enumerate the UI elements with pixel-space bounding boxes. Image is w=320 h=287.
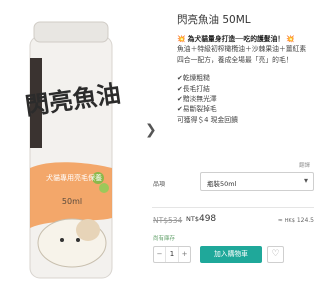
converted-price: ≈ HK$ 124.5	[278, 217, 314, 224]
heart-icon[interactable]: ♡	[267, 246, 284, 263]
quantity-input[interactable]: 1	[165, 247, 179, 262]
description-ingredients: 魚油＋特級初榨橄欖油＋沙棘果油＋薑紅素	[177, 45, 307, 54]
benefit-item: ✔乾燥粗糙	[177, 74, 210, 83]
sale-price-currency: NT$	[186, 215, 199, 223]
variant-select[interactable]: 瓶裝50ml ▾	[200, 172, 314, 191]
product-description: 💥 為犬貓量身打造──吃的護髮油！ 💥 魚油＋特級初榨橄欖油＋沙棘果油＋薑紅素 …	[177, 34, 320, 125]
sale-price: NT$498	[186, 214, 216, 224]
description-gap	[177, 65, 320, 73]
quantity-decrease-button[interactable]: −	[154, 247, 165, 262]
benefit-item: ✔長毛打結	[177, 84, 210, 93]
translate-link[interactable]: 翻譯	[299, 161, 310, 169]
cashback-note: 可獲得＄4 現金回饋	[177, 115, 238, 124]
quantity-increase-button[interactable]: +	[179, 247, 190, 262]
next-image-arrow-icon[interactable]: ❯	[145, 122, 157, 138]
sale-price-amount: 498	[198, 214, 217, 224]
product-image[interactable]: 閃亮魚油 犬貓專用亮毛保養 50ml	[12, 18, 122, 280]
converted-amount: 124.5	[296, 217, 314, 224]
image-subtitle: 犬貓專用亮毛保養	[46, 173, 102, 182]
description-formula: 四合一配方，養成全場最「亮」的毛！	[177, 55, 293, 64]
option-label: 品項	[153, 181, 166, 188]
divider	[152, 207, 314, 208]
benefit-item: ✔黯淡無光澤	[177, 95, 217, 104]
variant-selected-value: 瓶裝50ml	[207, 180, 237, 188]
spark-icon: 💥	[286, 35, 295, 43]
benefit-item: ✔易斷裂掉毛	[177, 105, 217, 114]
chevron-down-icon: ▾	[303, 176, 308, 185]
converted-currency: HK$	[284, 218, 295, 224]
stock-status: 尚有庫存	[153, 236, 176, 242]
quantity-stepper: − 1 +	[153, 246, 191, 263]
product-image-panel: 閃亮魚油 犬貓專用亮毛保養 50ml	[0, 0, 140, 287]
description-headline: 為犬貓量身打造──吃的護髮油！	[187, 35, 285, 43]
description-headline-line: 💥 為犬貓量身打造──吃的護髮油！ 💥	[177, 34, 320, 44]
add-to-cart-button[interactable]: 加入購物車	[200, 246, 262, 263]
image-volume: 50ml	[62, 197, 82, 206]
spark-icon: 💥	[177, 35, 186, 43]
product-title: 閃亮魚油 50ML	[177, 14, 251, 26]
approx-symbol: ≈	[277, 217, 283, 224]
original-price: NT$534	[153, 216, 183, 225]
